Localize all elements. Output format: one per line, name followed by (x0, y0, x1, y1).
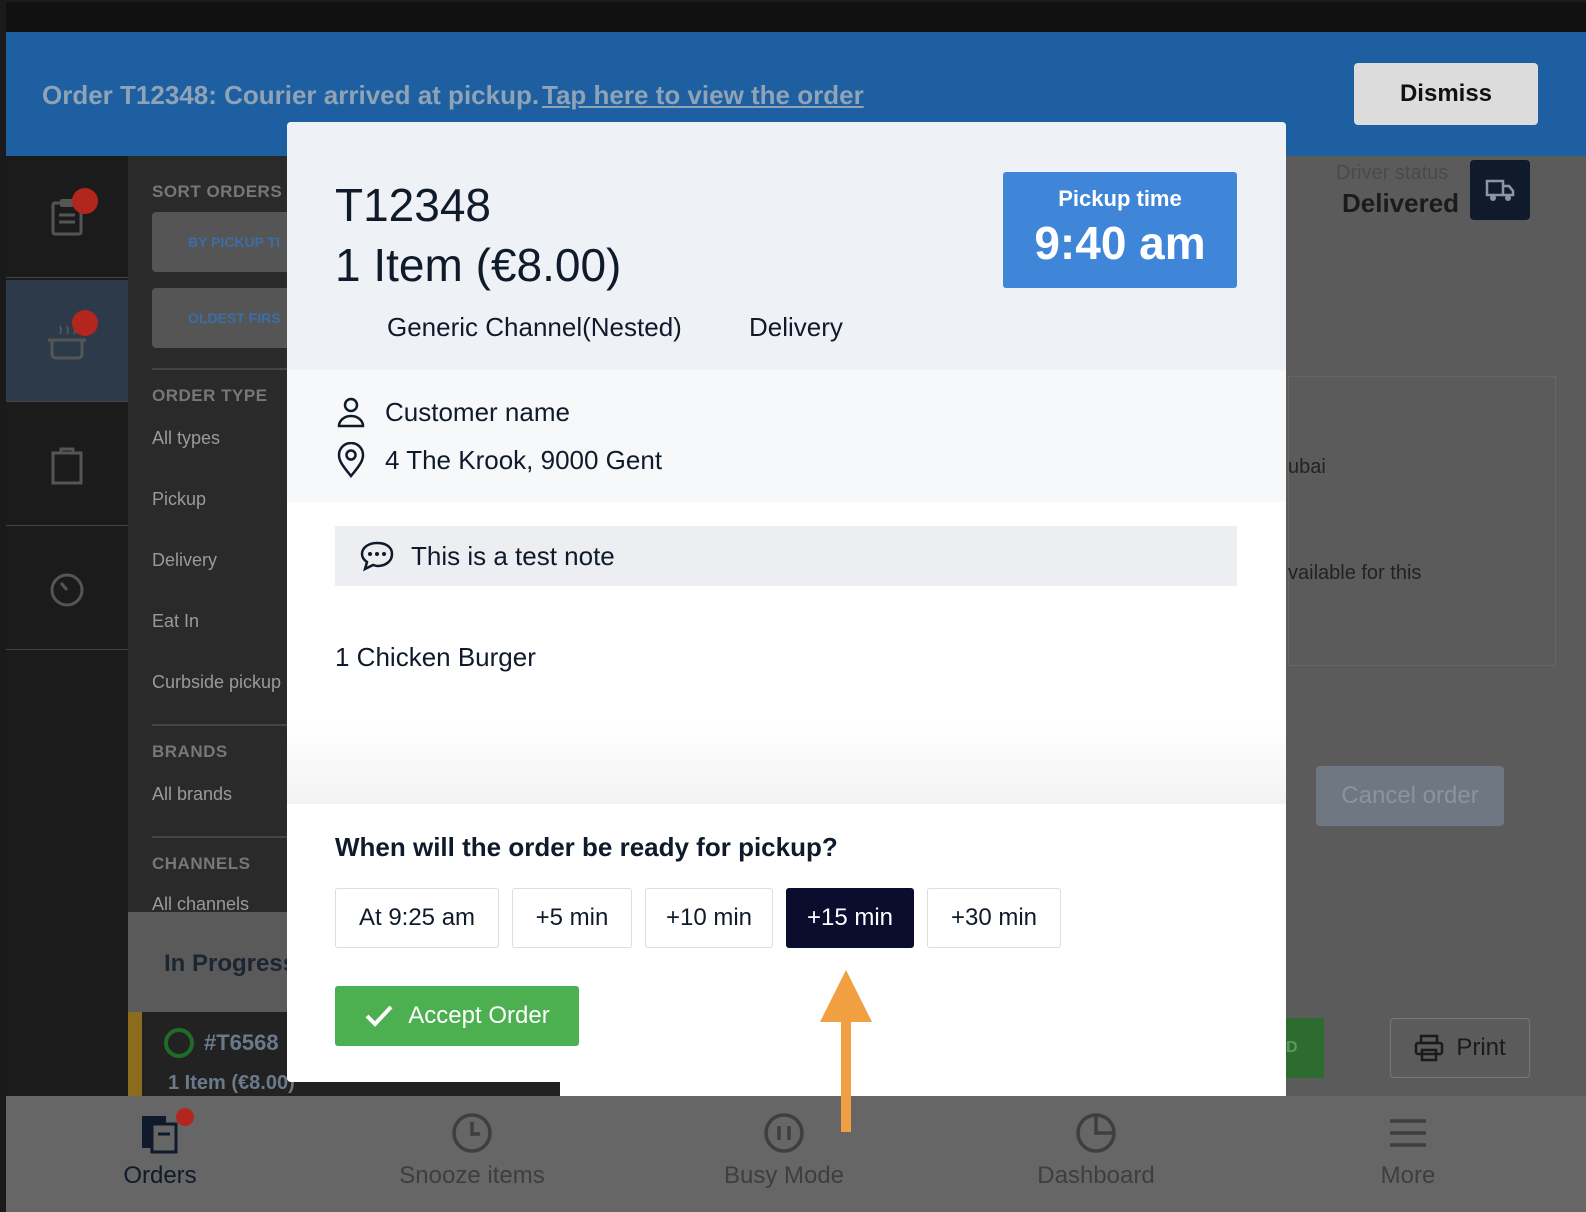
printer-icon (1415, 1034, 1444, 1062)
rail-item-kitchen[interactable] (6, 280, 128, 402)
order-item: 1 Chicken Burger (335, 642, 536, 672)
filter-all-brands[interactable]: All brands (152, 784, 232, 805)
print-label: Print (1456, 1034, 1506, 1061)
scroll-fade (287, 722, 1286, 804)
accept-label: Accept Order (408, 1002, 550, 1029)
left-rail (6, 156, 128, 1100)
time-option-15-min[interactable]: +15 min (786, 888, 914, 948)
timer-icon (50, 573, 84, 606)
order-type: Delivery (749, 312, 843, 342)
shopping-bag-icon (51, 447, 83, 484)
driver-status-value: Delivered (1342, 188, 1460, 218)
sort-heading: SORT ORDERS (152, 182, 283, 201)
view-order-link[interactable]: Tap here to view the order (542, 80, 864, 111)
brands-heading: BRANDS (152, 742, 228, 761)
order-channel: Generic Channel(Nested) (387, 312, 682, 342)
filter-all-types[interactable]: All types (152, 428, 220, 449)
detail-card (1288, 376, 1556, 666)
item-summary: 1 Item (€8.00) (335, 239, 622, 291)
time-option-30-min[interactable]: +30 min (927, 888, 1061, 948)
driver-status-label: Driver status (1336, 162, 1449, 184)
order-number: #T6568 (204, 1030, 279, 1055)
tab-label: Orders (123, 1162, 197, 1189)
address-row: 4 The Krook, 9000 Gent (335, 442, 662, 478)
tab-more[interactable]: More (1308, 1096, 1508, 1212)
cancel-order-button[interactable]: Cancel order (1316, 766, 1504, 826)
order-type-heading: ORDER TYPE (152, 386, 268, 405)
rail-item-bag[interactable] (6, 404, 128, 526)
ready-question: When will the order be ready for pickup? (335, 832, 838, 862)
pickup-time-box: Pickup time 9:40 am (1003, 172, 1237, 288)
hamburger-menu-icon (1390, 1119, 1426, 1147)
modal-footer: When will the order be ready for pickup?… (287, 804, 1286, 1082)
modal-header: T12348 1 Item (€8.00) Generic Channel(Ne… (287, 122, 1286, 370)
status-button[interactable]: D (1286, 1018, 1324, 1078)
filter-delivery[interactable]: Delivery (152, 550, 217, 571)
annotation-arrow-icon (820, 970, 872, 1132)
banner-message: Order T12348: Courier arrived at pickup. (42, 80, 540, 110)
notification-dot (72, 310, 98, 336)
note-text: This is a test note (411, 540, 615, 571)
tab-orders[interactable]: Orders (60, 1096, 260, 1212)
chat-bubble-icon (360, 541, 394, 572)
pickup-time-label: Pickup time (1058, 186, 1182, 211)
customer-row: Customer name (335, 396, 570, 428)
status-button-label: D (1286, 1039, 1298, 1056)
location-pin-icon (337, 442, 365, 478)
notification-dot (72, 188, 98, 214)
app-screen: Order T12348: Courier arrived at pickup.… (6, 2, 1586, 1212)
time-option-5-min[interactable]: +5 min (512, 888, 632, 948)
time-option-at-925[interactable]: At 9:25 am (335, 888, 499, 948)
time-option-10-min[interactable]: +10 min (645, 888, 773, 948)
filter-eat-in[interactable]: Eat In (152, 611, 199, 632)
clock-icon (452, 1113, 492, 1153)
print-button[interactable]: Print (1390, 1018, 1530, 1078)
filter-curbside[interactable]: Curbside pickup (152, 672, 281, 693)
tab-label: Dashboard (1037, 1162, 1155, 1189)
notification-dot (176, 1108, 194, 1126)
order-note: This is a test note (335, 526, 1237, 586)
dismiss-button[interactable]: Dismiss (1354, 63, 1538, 125)
tab-label: Busy Mode (723, 1162, 845, 1189)
tab-snooze-items[interactable]: Snooze items (372, 1096, 572, 1212)
tab-dashboard[interactable]: Dashboard (996, 1096, 1196, 1212)
driver-button[interactable] (1470, 160, 1530, 220)
tab-label: Snooze items (399, 1162, 545, 1189)
accept-order-button[interactable]: Accept Order (335, 986, 579, 1046)
filter-pickup[interactable]: Pickup (152, 489, 206, 510)
order-id: T12348 (335, 179, 492, 231)
detail-text: vailable for this (1288, 562, 1422, 584)
detail-text: ubai (1288, 456, 1326, 478)
bottom-tab-bar: Orders Snooze items Busy Mode Dashboard … (6, 1096, 1586, 1212)
tab-label: More (1380, 1162, 1436, 1189)
status-ring-icon (164, 1028, 194, 1058)
delivery-truck-icon (1485, 179, 1515, 201)
pause-circle-icon (764, 1113, 804, 1153)
rail-item-timer[interactable] (6, 528, 128, 650)
pie-chart-icon (1076, 1113, 1116, 1153)
customer-address: 4 The Krook, 9000 Gent (385, 444, 663, 475)
customer-name: Customer name (385, 396, 570, 427)
order-amount: 1 Item (€8.00) (168, 1072, 295, 1094)
rail-item-orders[interactable] (6, 156, 128, 278)
title-strip (6, 2, 1586, 32)
pickup-time-value: 9:40 am (1034, 217, 1206, 269)
channels-heading: CHANNELS (152, 854, 251, 873)
customer-section: Customer name 4 The Krook, 9000 Gent (287, 370, 1286, 502)
in-progress-label: In Progress (164, 950, 297, 977)
checkmark-icon (365, 1005, 393, 1027)
new-order-modal: T12348 1 Item (€8.00) Generic Channel(Ne… (287, 122, 1286, 1082)
person-icon (337, 397, 365, 428)
